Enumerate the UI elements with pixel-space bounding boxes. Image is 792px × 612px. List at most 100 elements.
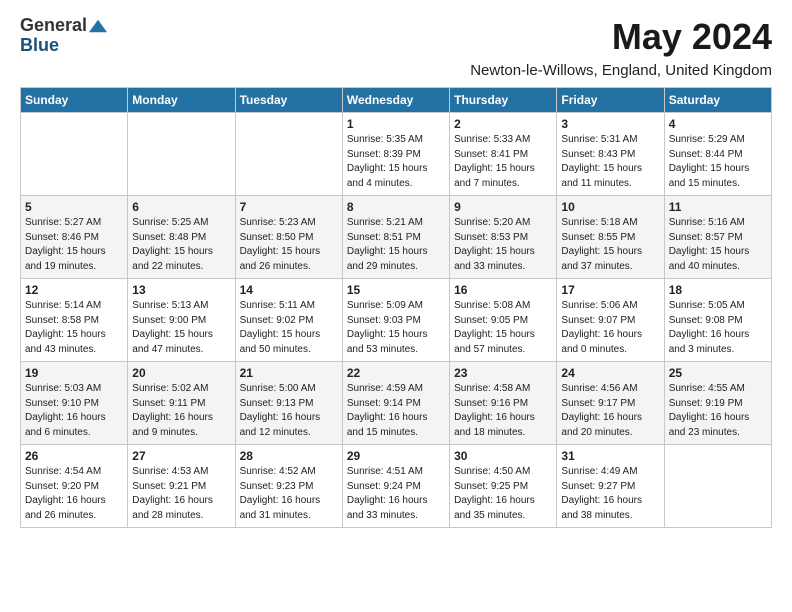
header-row: SundayMondayTuesdayWednesdayThursdayFrid… xyxy=(21,88,772,113)
day-cell: 13 Sunrise: 5:13 AM Sunset: 9:00 PM Dayli… xyxy=(128,279,235,362)
day-cell: 24Sunrise: 4:56 AM Sunset: 9:17 PM Dayli… xyxy=(557,362,664,445)
day-number: 29 xyxy=(347,449,445,463)
day-number: 28 xyxy=(240,449,338,463)
day-number: 13 xyxy=(132,283,230,297)
header-cell-monday: Monday xyxy=(128,88,235,113)
day-info: Sunrise: 5:29 AM Sunset: 8:44 PM Dayligh… xyxy=(669,133,767,191)
day-cell xyxy=(235,113,342,196)
logo-icon xyxy=(89,19,107,33)
day-info: Sunrise: 5:03 AM Sunset: 9:10 PM Dayligh… xyxy=(25,382,123,440)
day-info: Sunrise: 5:27 AM Sunset: 8:46 PM Dayligh… xyxy=(25,216,123,274)
week-row-2: 5 Sunrise: 5:27 AM Sunset: 8:46 PM Daylig… xyxy=(21,196,772,279)
day-info: Sunrise: 5:14 AM Sunset: 8:58 PM Dayligh… xyxy=(25,299,123,357)
day-cell: 28 Sunrise: 4:52 AM Sunset: 9:23 PM Dayli… xyxy=(235,445,342,528)
day-cell: 15 Sunrise: 5:09 AM Sunset: 9:03 PM Dayli… xyxy=(342,279,449,362)
day-number: 10 xyxy=(561,200,659,214)
day-number: 1 xyxy=(347,117,445,131)
day-cell: 22Sunrise: 4:59 AM Sunset: 9:14 PM Dayli… xyxy=(342,362,449,445)
day-number: 6 xyxy=(132,200,230,214)
day-number: 30 xyxy=(454,449,552,463)
day-info: Sunrise: 4:55 AM Sunset: 9:19 PM Dayligh… xyxy=(669,382,767,440)
day-info: Sunrise: 4:50 AM Sunset: 9:25 PM Dayligh… xyxy=(454,465,552,523)
day-cell: 27 Sunrise: 4:53 AM Sunset: 9:21 PM Dayli… xyxy=(128,445,235,528)
day-number: 3 xyxy=(561,117,659,131)
logo: General Blue xyxy=(20,16,107,56)
day-number: 5 xyxy=(25,200,123,214)
day-info: Sunrise: 5:02 AM Sunset: 9:11 PM Dayligh… xyxy=(132,382,230,440)
day-info: Sunrise: 5:16 AM Sunset: 8:57 PM Dayligh… xyxy=(669,216,767,274)
day-info: Sunrise: 5:35 AM Sunset: 8:39 PM Dayligh… xyxy=(347,133,445,191)
day-cell: 23 Sunrise: 4:58 AM Sunset: 9:16 PM Dayli… xyxy=(450,362,557,445)
day-cell: 9Sunrise: 5:20 AM Sunset: 8:53 PM Daylig… xyxy=(450,196,557,279)
day-cell xyxy=(21,113,128,196)
day-info: Sunrise: 5:08 AM Sunset: 9:05 PM Dayligh… xyxy=(454,299,552,357)
day-info: Sunrise: 4:52 AM Sunset: 9:23 PM Dayligh… xyxy=(240,465,338,523)
day-info: Sunrise: 4:56 AM Sunset: 9:17 PM Dayligh… xyxy=(561,382,659,440)
week-row-4: 19Sunrise: 5:03 AM Sunset: 9:10 PM Dayli… xyxy=(21,362,772,445)
day-cell: 31Sunrise: 4:49 AM Sunset: 9:27 PM Dayli… xyxy=(557,445,664,528)
header: General Blue May 2024 xyxy=(20,16,772,58)
day-number: 27 xyxy=(132,449,230,463)
day-number: 20 xyxy=(132,366,230,380)
day-number: 16 xyxy=(454,283,552,297)
day-cell: 14Sunrise: 5:11 AM Sunset: 9:02 PM Dayli… xyxy=(235,279,342,362)
header-cell-tuesday: Tuesday xyxy=(235,88,342,113)
header-cell-sunday: Sunday xyxy=(21,88,128,113)
day-cell: 6 Sunrise: 5:25 AM Sunset: 8:48 PM Daylig… xyxy=(128,196,235,279)
day-info: Sunrise: 5:31 AM Sunset: 8:43 PM Dayligh… xyxy=(561,133,659,191)
calendar-table: SundayMondayTuesdayWednesdayThursdayFrid… xyxy=(20,87,772,528)
day-info: Sunrise: 5:13 AM Sunset: 9:00 PM Dayligh… xyxy=(132,299,230,357)
day-info: Sunrise: 5:00 AM Sunset: 9:13 PM Dayligh… xyxy=(240,382,338,440)
day-cell: 26 Sunrise: 4:54 AM Sunset: 9:20 PM Dayli… xyxy=(21,445,128,528)
day-cell: 16 Sunrise: 5:08 AM Sunset: 9:05 PM Dayli… xyxy=(450,279,557,362)
day-info: Sunrise: 5:09 AM Sunset: 9:03 PM Dayligh… xyxy=(347,299,445,357)
day-cell: 20 Sunrise: 5:02 AM Sunset: 9:11 PM Dayli… xyxy=(128,362,235,445)
day-number: 14 xyxy=(240,283,338,297)
logo-blue-text: Blue xyxy=(20,36,59,56)
day-info: Sunrise: 5:25 AM Sunset: 8:48 PM Dayligh… xyxy=(132,216,230,274)
day-info: Sunrise: 4:53 AM Sunset: 9:21 PM Dayligh… xyxy=(132,465,230,523)
day-cell: 12 Sunrise: 5:14 AM Sunset: 8:58 PM Dayli… xyxy=(21,279,128,362)
day-cell: 17Sunrise: 5:06 AM Sunset: 9:07 PM Dayli… xyxy=(557,279,664,362)
day-number: 12 xyxy=(25,283,123,297)
day-info: Sunrise: 5:06 AM Sunset: 9:07 PM Dayligh… xyxy=(561,299,659,357)
day-number: 18 xyxy=(669,283,767,297)
day-number: 11 xyxy=(669,200,767,214)
day-number: 25 xyxy=(669,366,767,380)
calendar-body: 1 Sunrise: 5:35 AM Sunset: 8:39 PM Daylig… xyxy=(21,113,772,528)
day-cell: 19Sunrise: 5:03 AM Sunset: 9:10 PM Dayli… xyxy=(21,362,128,445)
day-number: 4 xyxy=(669,117,767,131)
day-cell: 11 Sunrise: 5:16 AM Sunset: 8:57 PM Dayli… xyxy=(664,196,771,279)
day-number: 15 xyxy=(347,283,445,297)
day-number: 26 xyxy=(25,449,123,463)
day-number: 2 xyxy=(454,117,552,131)
day-cell: 1 Sunrise: 5:35 AM Sunset: 8:39 PM Daylig… xyxy=(342,113,449,196)
day-info: Sunrise: 5:18 AM Sunset: 8:55 PM Dayligh… xyxy=(561,216,659,274)
day-info: Sunrise: 4:54 AM Sunset: 9:20 PM Dayligh… xyxy=(25,465,123,523)
day-info: Sunrise: 5:20 AM Sunset: 8:53 PM Dayligh… xyxy=(454,216,552,274)
day-cell: 2 Sunrise: 5:33 AM Sunset: 8:41 PM Daylig… xyxy=(450,113,557,196)
day-info: Sunrise: 4:59 AM Sunset: 9:14 PM Dayligh… xyxy=(347,382,445,440)
title-block: May 2024 xyxy=(612,16,772,58)
day-info: Sunrise: 5:33 AM Sunset: 8:41 PM Dayligh… xyxy=(454,133,552,191)
week-row-5: 26 Sunrise: 4:54 AM Sunset: 9:20 PM Dayli… xyxy=(21,445,772,528)
day-cell: 5 Sunrise: 5:27 AM Sunset: 8:46 PM Daylig… xyxy=(21,196,128,279)
day-cell: 8 Sunrise: 5:21 AM Sunset: 8:51 PM Daylig… xyxy=(342,196,449,279)
day-info: Sunrise: 5:05 AM Sunset: 9:08 PM Dayligh… xyxy=(669,299,767,357)
day-cell xyxy=(664,445,771,528)
day-info: Sunrise: 5:21 AM Sunset: 8:51 PM Dayligh… xyxy=(347,216,445,274)
day-number: 31 xyxy=(561,449,659,463)
day-number: 8 xyxy=(347,200,445,214)
day-cell: 10 Sunrise: 5:18 AM Sunset: 8:55 PM Dayli… xyxy=(557,196,664,279)
day-number: 7 xyxy=(240,200,338,214)
day-cell: 3 Sunrise: 5:31 AM Sunset: 8:43 PM Daylig… xyxy=(557,113,664,196)
day-cell: 4 Sunrise: 5:29 AM Sunset: 8:44 PM Daylig… xyxy=(664,113,771,196)
month-title: May 2024 xyxy=(612,16,772,58)
day-cell xyxy=(128,113,235,196)
header-cell-thursday: Thursday xyxy=(450,88,557,113)
day-cell: 18 Sunrise: 5:05 AM Sunset: 9:08 PM Dayli… xyxy=(664,279,771,362)
day-info: Sunrise: 4:58 AM Sunset: 9:16 PM Dayligh… xyxy=(454,382,552,440)
location-title: Newton-le-Willows, England, United Kingd… xyxy=(20,62,772,79)
day-cell: 21Sunrise: 5:00 AM Sunset: 9:13 PM Dayli… xyxy=(235,362,342,445)
day-number: 23 xyxy=(454,366,552,380)
